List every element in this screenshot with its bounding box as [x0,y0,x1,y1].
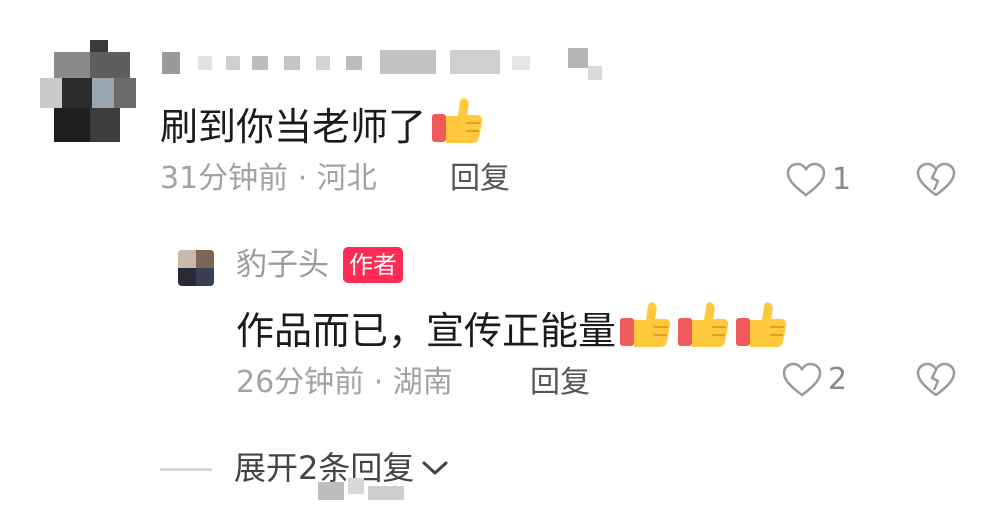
reply-button[interactable]: 回复 [530,368,590,398]
thumbs-up-emoji [618,300,672,356]
meta-separator: · [364,365,393,400]
like-count: 1 [832,162,852,197]
comment-text: 刷到你当老师了 [160,96,484,152]
thumbs-up-emoji [676,300,730,356]
like-button[interactable]: 1 [786,162,851,198]
heart-icon [782,362,822,397]
author-header: 豹子头 作者 [236,247,403,283]
dislike-button[interactable] [916,362,956,402]
thumbs-up-emoji [734,300,788,356]
heart-icon [786,162,826,197]
author-username[interactable]: 豹子头 [236,249,329,281]
comment-location: 河北 [316,161,377,196]
reply-body: 作品而已，宣传正能量 [236,309,617,353]
reply-time: 26分钟前 [236,365,365,400]
reply-text: 作品而已，宣传正能量 [236,300,788,356]
obscured-username [160,44,620,86]
reply-location: 湖南 [392,365,453,400]
author-avatar[interactable] [178,250,214,286]
like-button[interactable]: 2 [782,362,847,398]
expand-divider [160,468,212,471]
broken-heart-icon [916,162,956,197]
comment-meta: 31分钟前 · 河北 [160,164,377,194]
broken-heart-icon [916,362,956,397]
like-count: 2 [828,362,848,397]
commenter-avatar[interactable] [40,40,140,145]
mosaic-artifact [318,478,408,502]
reply-meta: 26分钟前 · 湖南 [236,368,453,398]
thumbs-up-emoji [430,96,484,152]
author-badge: 作者 [343,247,403,283]
comment-body: 刷到你当老师了 [160,105,427,149]
comment-time: 31分钟前 [160,161,289,196]
chevron-down-icon [422,461,448,475]
meta-separator: · [288,161,317,196]
dislike-button[interactable] [916,162,956,202]
reply-button[interactable]: 回复 [450,164,510,194]
